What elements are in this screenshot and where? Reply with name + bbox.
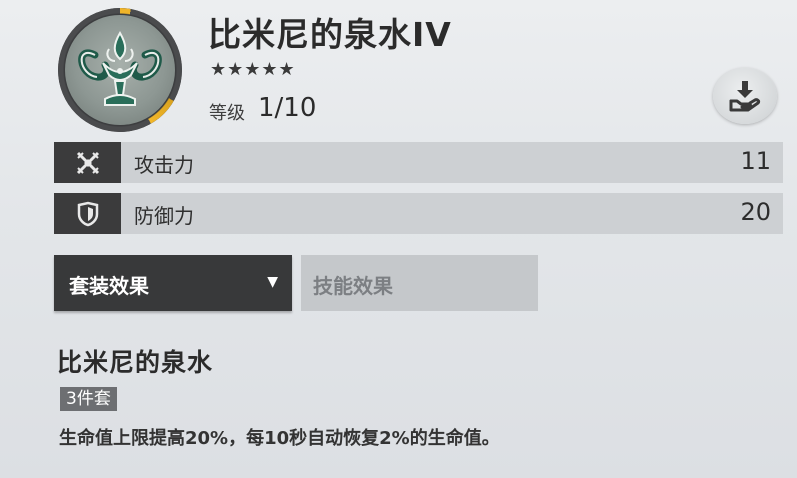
equipment-detail-panel: 比米尼的泉水IV ★★★★★ 等级 1/10 攻击力 11 防御力 20 套装效…: [0, 0, 797, 478]
level-label: 等级: [209, 103, 245, 124]
stat-label: 攻击力: [134, 153, 194, 177]
item-title: 比米尼的泉水IV: [208, 15, 452, 54]
tab-label: 套装效果: [69, 274, 149, 298]
equip-lock-button[interactable]: [713, 68, 777, 124]
stat-value: 11: [740, 147, 771, 175]
stat-row-defense: 防御力 20: [54, 193, 783, 234]
stat-row-attack: 攻击力 11: [54, 142, 783, 183]
tab-set-effect[interactable]: 套装效果 ▼: [54, 255, 292, 311]
fountain-emblem-icon: [65, 15, 175, 125]
tab-label: 技能效果: [313, 274, 393, 298]
shield-icon: [54, 193, 121, 234]
item-emblem[interactable]: [58, 8, 182, 132]
tab-skill-effect[interactable]: 技能效果: [301, 255, 538, 311]
set-name: 比米尼的泉水: [57, 348, 214, 377]
hand-download-icon: [729, 81, 761, 112]
crossed-swords-icon: [54, 142, 121, 183]
set-description: 生命值上限提高20%，每10秒自动恢复2%的生命值。: [59, 428, 500, 449]
rarity-stars: ★★★★★: [210, 59, 296, 80]
level-value: 1/10: [258, 93, 317, 123]
caret-down-icon: ▼: [267, 274, 278, 290]
stat-value: 20: [740, 198, 771, 226]
stat-label: 防御力: [134, 204, 194, 228]
set-piece-badge: 3件套: [60, 387, 117, 411]
